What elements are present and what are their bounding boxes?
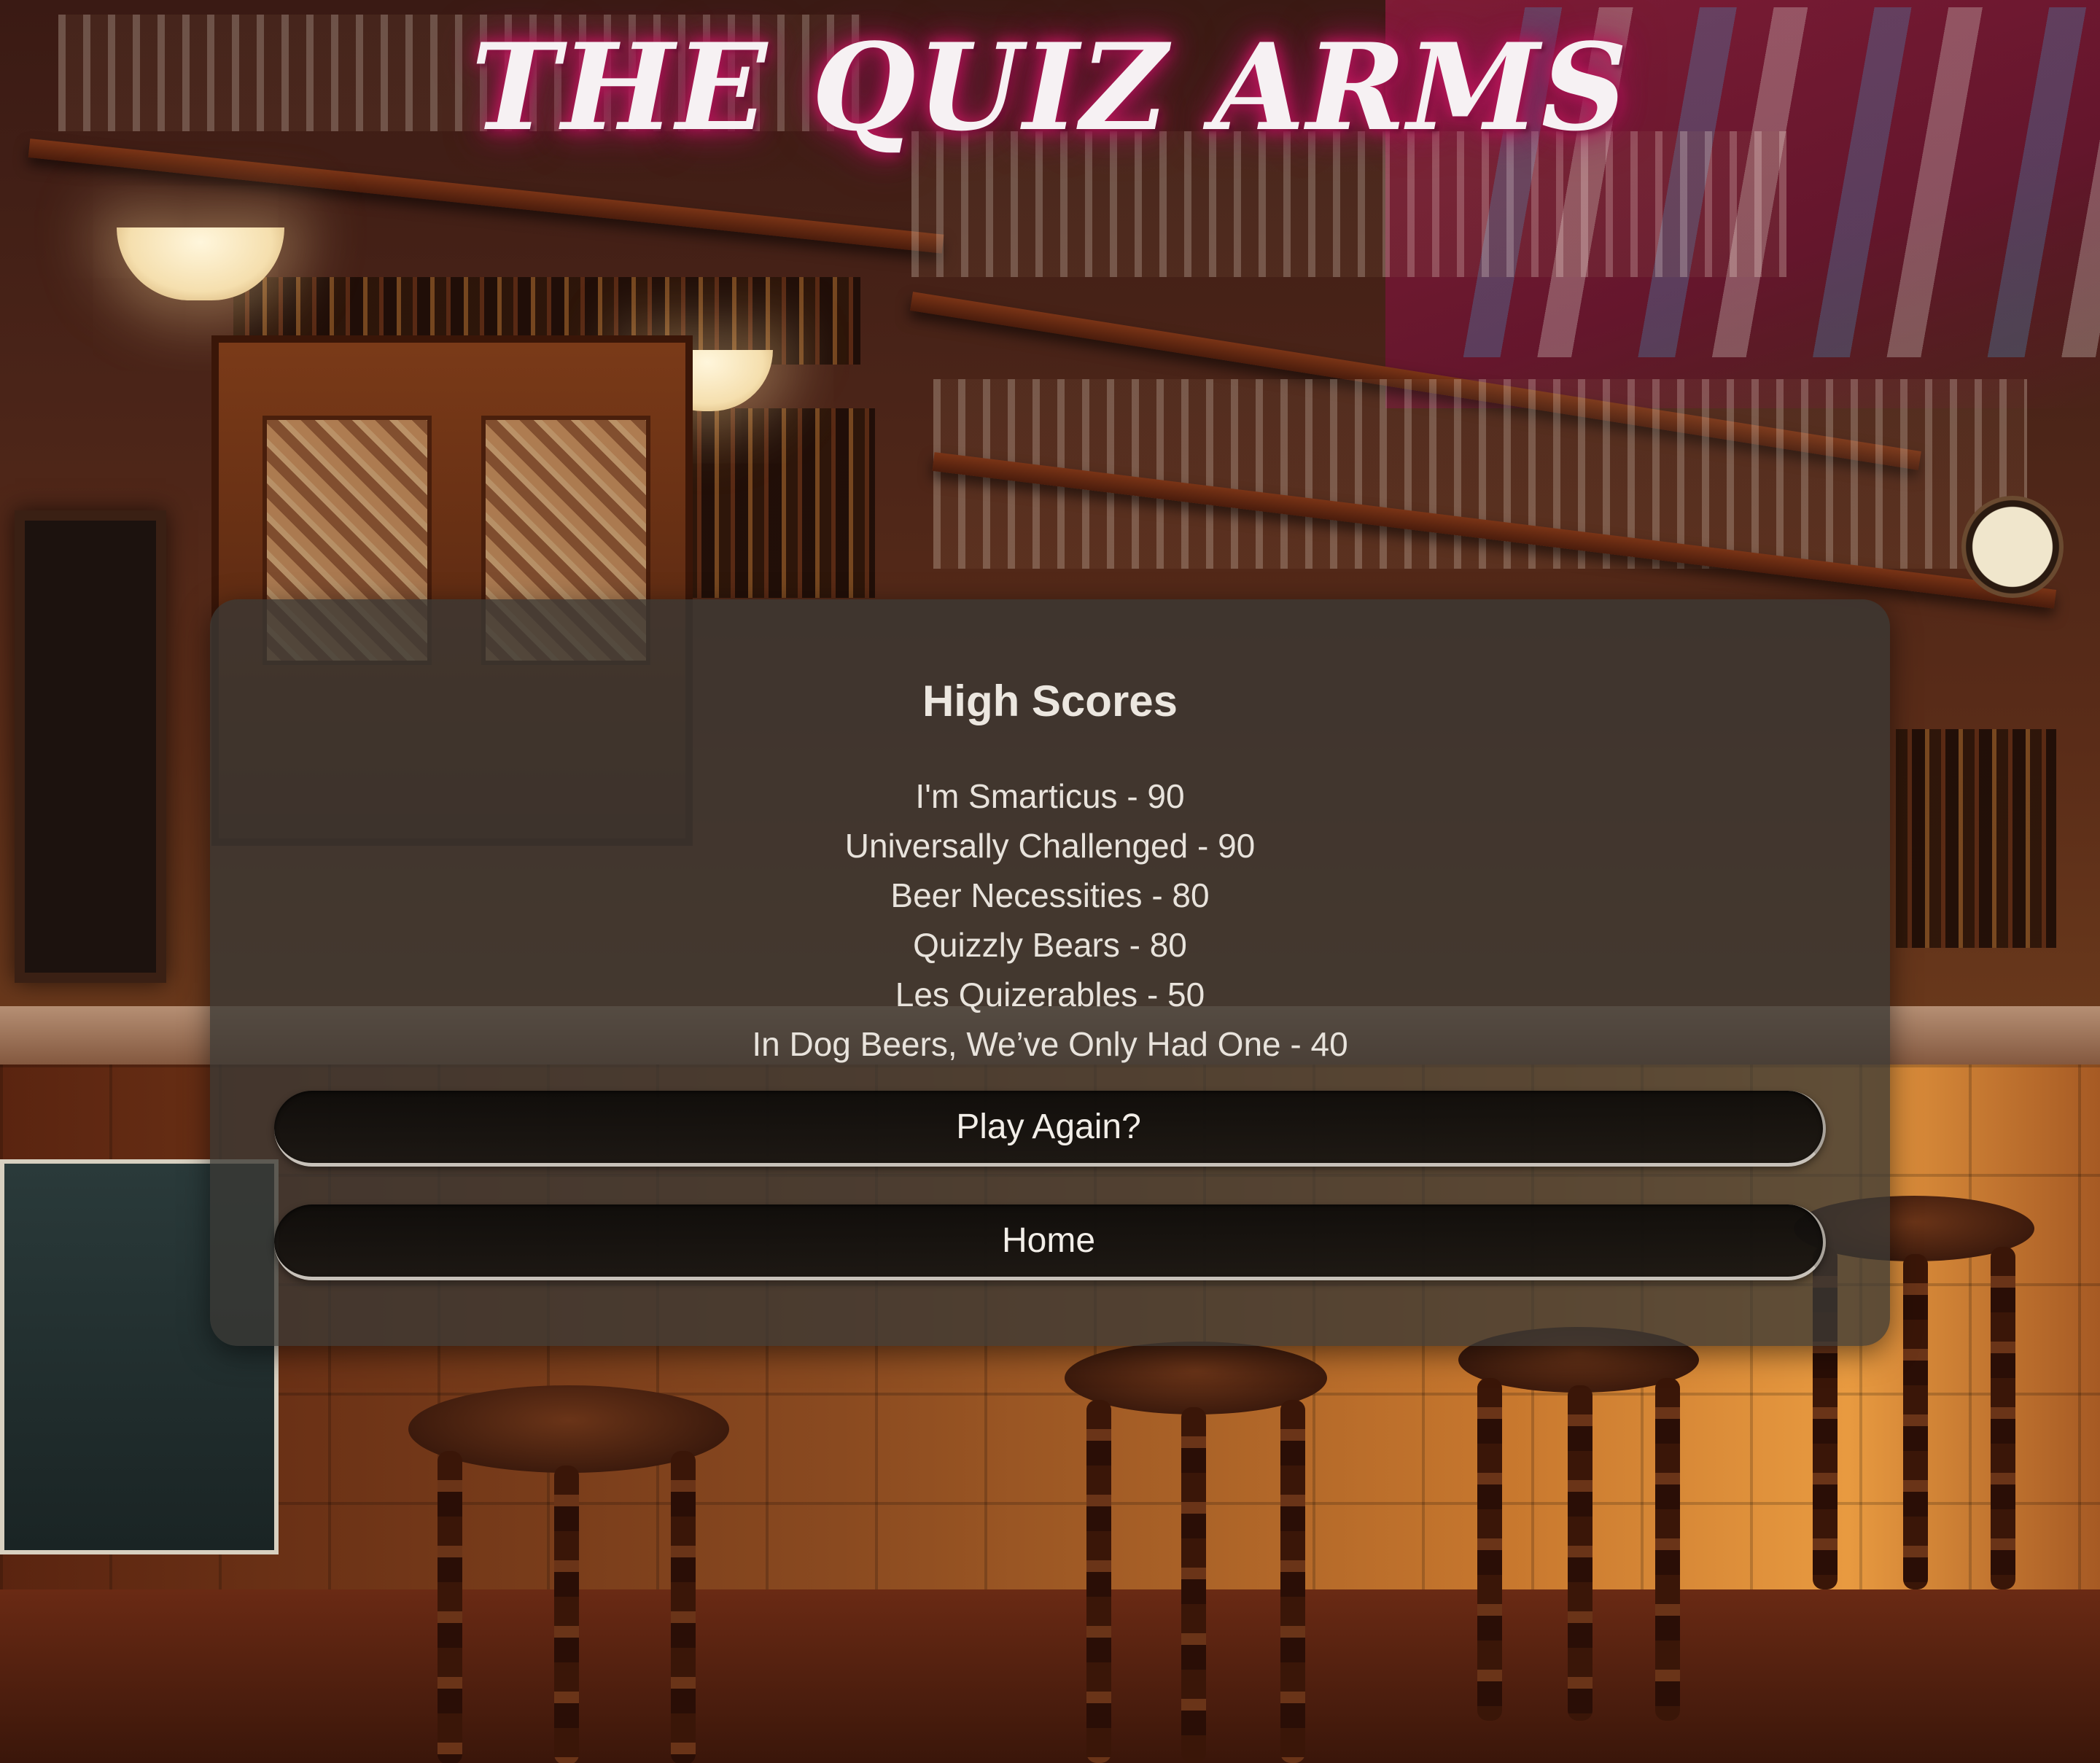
score-entry: In Dog Beers, We’ve Only Had One - 40 xyxy=(752,1025,1348,1063)
score-entry: I'm Smarticus - 90 xyxy=(915,777,1185,815)
bar-stool xyxy=(1458,1327,1699,1735)
high-scores-heading: High Scores xyxy=(922,677,1178,725)
floor xyxy=(0,1589,2100,1763)
score-entry: Les Quizerables - 50 xyxy=(895,976,1205,1013)
score-entry: Quizzly Bears - 80 xyxy=(913,926,1187,964)
score-entry: Beer Necessities - 80 xyxy=(890,876,1210,914)
play-again-button[interactable]: Play Again? xyxy=(274,1091,1826,1167)
wall-clock xyxy=(1961,496,2064,598)
bottle-row xyxy=(1896,729,2056,948)
app-title: THE QUIZ ARMS xyxy=(470,17,1629,157)
bar-stool xyxy=(408,1385,729,1763)
chalkboard xyxy=(15,510,166,983)
home-button[interactable]: Home xyxy=(274,1204,1826,1280)
high-scores-panel: High Scores I'm Smarticus - 90 Universal… xyxy=(210,599,1890,1346)
high-scores-list: I'm Smarticus - 90 Universally Challenge… xyxy=(210,771,1890,1069)
score-entry: Universally Challenged - 90 xyxy=(844,827,1256,865)
bottle-row xyxy=(685,408,875,598)
bar-stool xyxy=(1065,1342,1327,1763)
